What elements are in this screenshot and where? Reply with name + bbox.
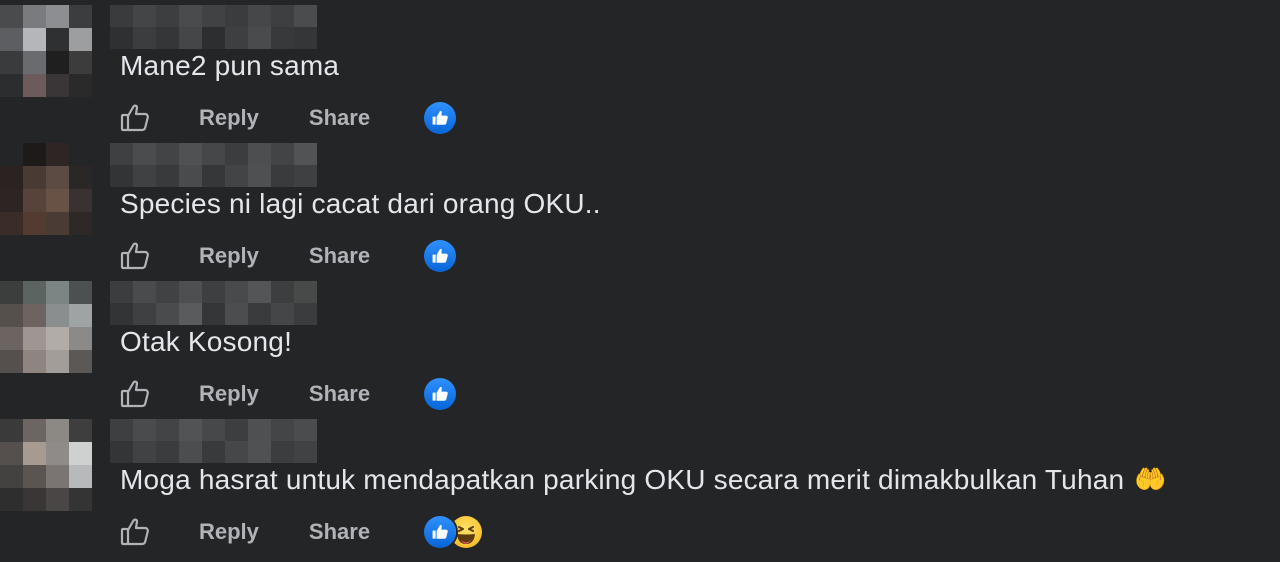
reply-button[interactable]: Reply — [199, 243, 259, 269]
like-reaction-icon — [424, 102, 457, 134]
comment-body: Otak Kosong! — [120, 326, 293, 357]
comment-item: Mane2 pun sama Reply Share — [0, 0, 1280, 138]
reply-button[interactable]: Reply — [199, 105, 259, 131]
like-button-icon[interactable] — [118, 101, 152, 135]
avatar[interactable] — [0, 281, 92, 373]
like-button-icon[interactable] — [118, 515, 152, 549]
avatar[interactable] — [0, 419, 92, 511]
commenter-name-blurred[interactable] — [110, 419, 317, 463]
share-button[interactable]: Share — [309, 381, 370, 407]
palms-up-emoji-icon: 🤲 — [1134, 464, 1167, 494]
comment-item: Moga hasrat untuk mendapatkan parking OK… — [0, 414, 1280, 552]
reaction-summary[interactable] — [424, 378, 457, 410]
comment-item: Species ni lagi cacat dari orang OKU.. Re… — [0, 138, 1280, 276]
comment-text: Mane2 pun sama — [120, 50, 339, 82]
like-reaction-icon — [424, 516, 457, 548]
like-reaction-icon — [424, 378, 457, 410]
share-button[interactable]: Share — [309, 243, 370, 269]
comment-actions: Reply Share — [118, 98, 457, 138]
reply-button[interactable]: Reply — [199, 381, 259, 407]
like-button-icon[interactable] — [118, 239, 152, 273]
comment-body: Moga hasrat untuk mendapatkan parking OK… — [120, 464, 1125, 495]
comment-actions: Reply Share — [118, 512, 483, 552]
avatar[interactable] — [0, 143, 92, 235]
reply-button[interactable]: Reply — [199, 519, 259, 545]
comment-text: Otak Kosong! — [120, 326, 292, 358]
comment-item: Otak Kosong! Reply Share — [0, 276, 1280, 414]
commenter-name-blurred[interactable] — [110, 143, 317, 187]
commenter-name-blurred[interactable] — [110, 5, 317, 49]
reaction-summary[interactable] — [424, 102, 457, 134]
share-button[interactable]: Share — [309, 105, 370, 131]
avatar[interactable] — [0, 5, 92, 97]
share-button[interactable]: Share — [309, 519, 370, 545]
comment-body: Species ni lagi cacat dari orang OKU.. — [120, 188, 601, 219]
comment-text: Species ni lagi cacat dari orang OKU.. — [120, 188, 601, 220]
comment-actions: Reply Share — [118, 374, 457, 414]
comment-text: Moga hasrat untuk mendapatkan parking OK… — [120, 464, 1167, 496]
reaction-summary[interactable] — [424, 240, 457, 272]
comment-actions: Reply Share — [118, 236, 457, 276]
comment-body: Mane2 pun sama — [120, 50, 340, 81]
like-reaction-icon — [424, 240, 457, 272]
like-button-icon[interactable] — [118, 377, 152, 411]
reaction-summary[interactable] — [424, 516, 483, 548]
commenter-name-blurred[interactable] — [110, 281, 317, 325]
